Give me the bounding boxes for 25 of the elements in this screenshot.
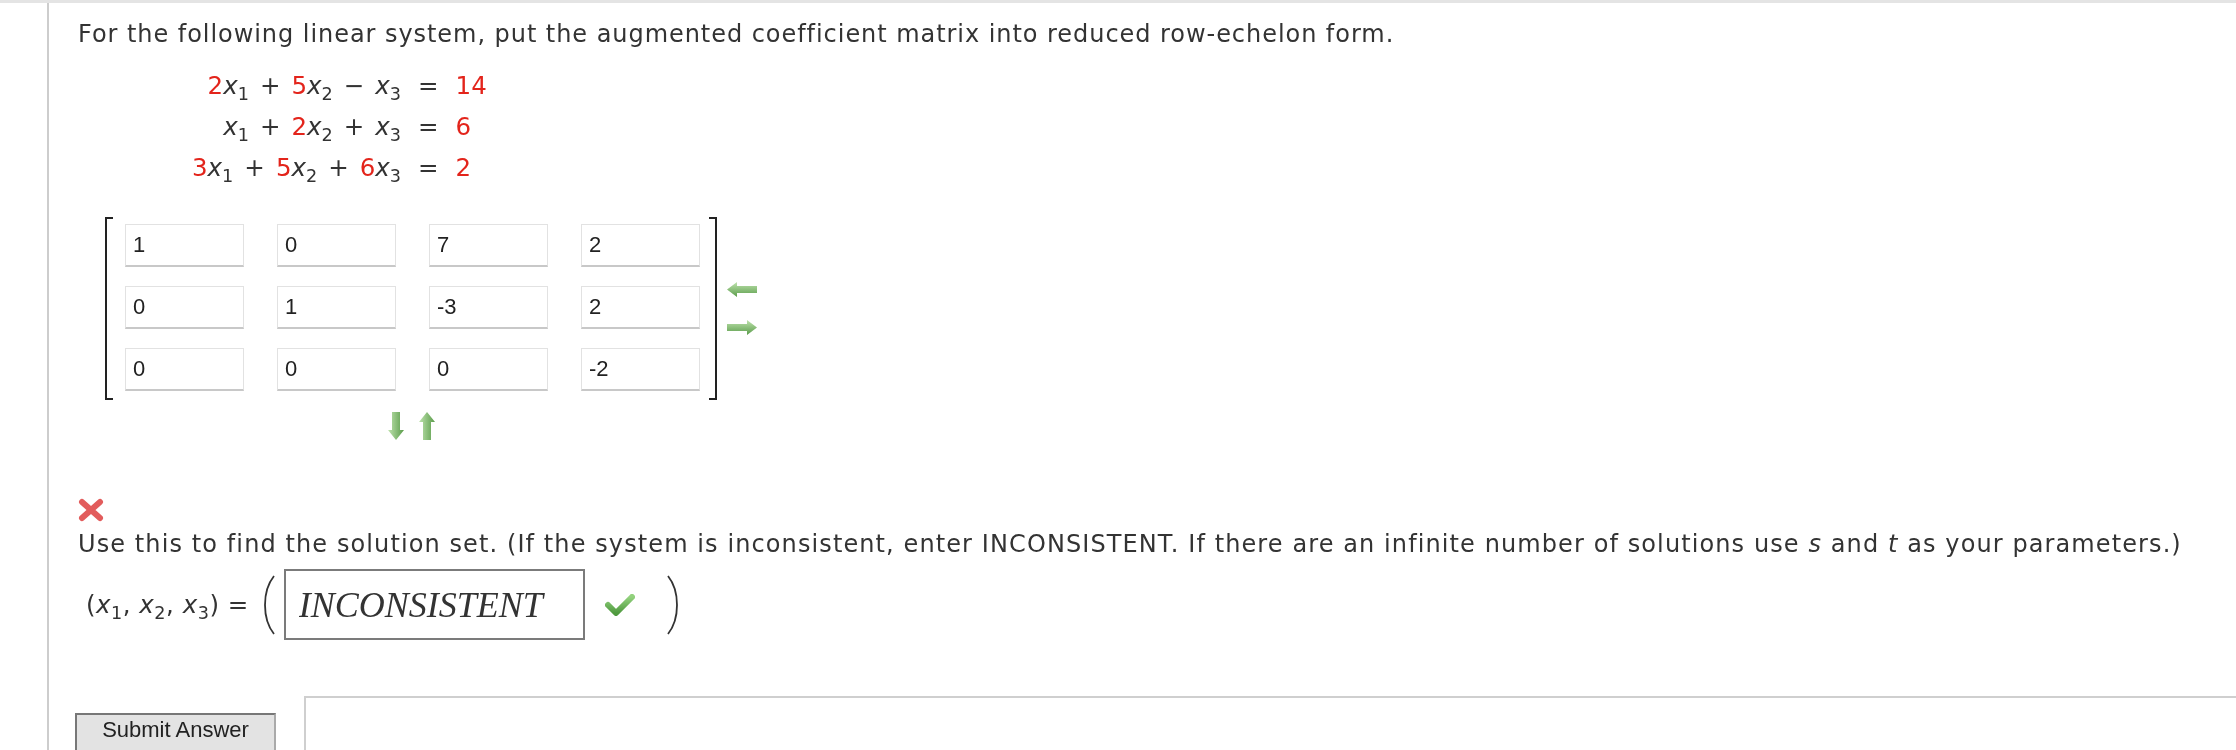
down-arrow-icon[interactable] [387, 412, 404, 440]
up-arrow-icon[interactable] [418, 412, 435, 440]
matrix-entry-field[interactable]: 1 [125, 224, 244, 267]
submit-answer-button[interactable]: Submit Answer [75, 713, 276, 750]
matrix-entry-field[interactable]: -2 [581, 348, 700, 391]
equation: 3x$_{1}$ + 5x$_{2}$ + 6x$_{3}$ = 2 [192, 152, 473, 188]
matrix-entry-field[interactable]: 2 [581, 224, 700, 267]
left-arrow-icon[interactable] [727, 282, 757, 297]
instruction-text: For the following linear system, put the augmented coefficient matrix into reduced row-echelon form. [78, 20, 1395, 48]
equation: 2x$_{1}$ + 5x$_{2}$ − x$_{3}$ = 14 [206, 70, 487, 106]
matrix-entry-field[interactable]: 1 [277, 286, 396, 329]
answer-field[interactable]: INCONSISTENT [283, 569, 585, 640]
matrix-entry-field[interactable]: 0 [429, 348, 548, 391]
variables-label: (x$_{1}$, x$_{2}$, x$_{3}$) = [86, 590, 249, 619]
right-paren-icon [666, 574, 681, 635]
matrix-entry-field[interactable]: 2 [581, 286, 700, 329]
matrix-entry-field[interactable]: -3 [429, 286, 548, 329]
matrix-entry-field[interactable]: 0 [125, 286, 244, 329]
matrix-entry-field[interactable]: 0 [277, 348, 396, 391]
matrix-entry-field[interactable]: 7 [429, 224, 548, 267]
equation: x$_{1}$ + 2x$_{2}$ + x$_{3}$ = 6 [222, 111, 473, 147]
matrix-entry-field[interactable]: 0 [277, 224, 396, 267]
prompt-text: Use this to find the solution set. (If the system is inconsistent, enter INCONSISTENT. If there are an infinite number of solutions use s and t as your parameters.) [78, 530, 2182, 558]
right-arrow-icon[interactable] [727, 320, 757, 335]
matrix-entry-field[interactable]: 0 [125, 348, 244, 391]
